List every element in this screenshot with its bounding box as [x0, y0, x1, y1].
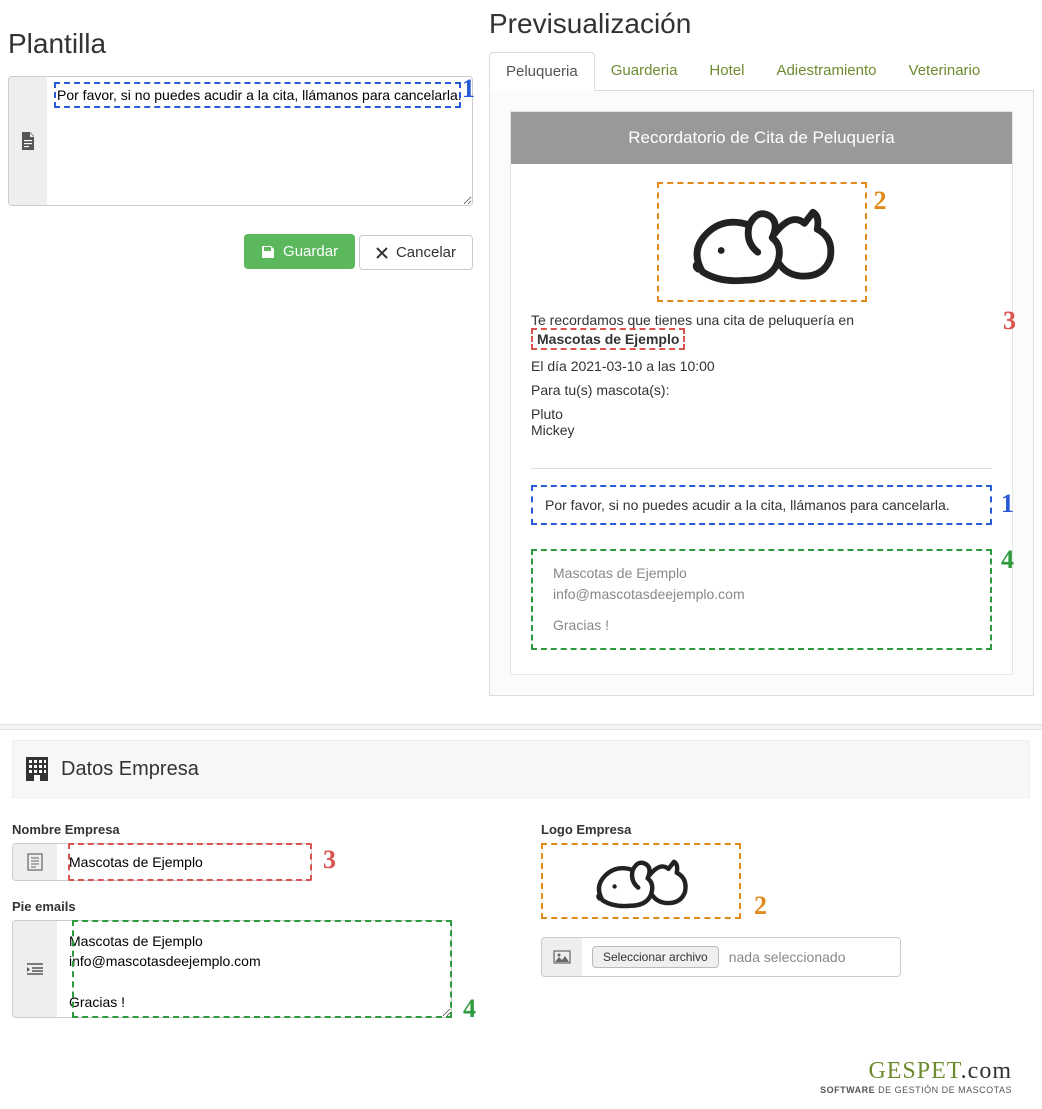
- signature-email: info@mascotasdeejemplo.com: [553, 584, 970, 605]
- plantilla-title: Plantilla: [8, 28, 473, 60]
- pet-name-1: Mickey: [531, 422, 992, 438]
- company-name-inline: Mascotas de Ejemplo: [531, 328, 685, 350]
- cancel-button[interactable]: Cancelar: [359, 235, 473, 270]
- company-section-title: Datos Empresa: [61, 758, 199, 781]
- tab-guarderia[interactable]: Guarderia: [595, 52, 694, 90]
- tab-peluqueria[interactable]: Peluqueria: [489, 52, 595, 91]
- preview-pane: Recordatorio de Cita de Peluquería 2 Te …: [489, 91, 1034, 696]
- footer-emails-textarea[interactable]: [57, 921, 451, 1017]
- annotation-badge-4-mid: 4: [1001, 545, 1014, 575]
- section-divider: [0, 724, 1042, 730]
- close-icon: [376, 247, 388, 259]
- save-button[interactable]: Guardar: [244, 234, 355, 269]
- company-name-input[interactable]: [57, 844, 311, 880]
- reminder-text: Te recordamos que tienes una cita de pel…: [531, 312, 854, 328]
- brand-tag-bold: SOFTWARE: [820, 1085, 875, 1095]
- footer-emails-label: Pie emails: [12, 899, 501, 914]
- annotation-badge-4-bottom: 4: [463, 994, 476, 1024]
- save-button-label: Guardar: [283, 243, 338, 260]
- annotation-badge-2-bottom: 2: [754, 891, 767, 921]
- file-select-button[interactable]: Seleccionar archivo: [592, 946, 719, 968]
- email-logo-box: [657, 182, 867, 302]
- pets-label: Para tu(s) mascota(s):: [531, 382, 992, 398]
- cancel-button-label: Cancelar: [396, 244, 456, 261]
- brand-name-2: .com: [961, 1058, 1012, 1084]
- save-icon: [261, 245, 275, 259]
- annotation-badge-3-top: 3: [1003, 306, 1016, 336]
- annotation-badge-3-bottom: 3: [323, 845, 336, 875]
- file-input-group: Seleccionar archivo nada seleccionado: [541, 937, 901, 977]
- tab-adiestramiento[interactable]: Adiestramiento: [760, 52, 892, 90]
- brand-tag-rest: DE GESTIÓN DE MASCOTAS: [875, 1085, 1012, 1095]
- brand-name-1: GESPET: [868, 1058, 960, 1084]
- footer-signature-box: Mascotas de Ejemplo info@mascotasdeejemp…: [531, 549, 992, 650]
- company-name-label: Nombre Empresa: [12, 822, 501, 837]
- preview-title: Previsualización: [489, 8, 1034, 40]
- logo-preview: [541, 843, 741, 919]
- annotation-badge-1-mid: 1: [1001, 489, 1014, 519]
- annotation-badge-1: 1: [462, 74, 475, 104]
- footer-message-box: Por favor, si no puedes acudir a la cita…: [531, 485, 992, 525]
- email-header: Recordatorio de Cita de Peluquería: [511, 112, 1012, 164]
- brand-footer: GESPET.com SOFTWARE DE GESTIÓN DE MASCOT…: [0, 1038, 1042, 1109]
- file-status: nada seleccionado: [729, 949, 846, 965]
- pet-name-0: Pluto: [531, 406, 992, 422]
- indent-icon: [13, 921, 57, 1017]
- logo-label: Logo Empresa: [541, 822, 1030, 837]
- image-icon: [542, 938, 582, 976]
- document-icon: [9, 77, 47, 205]
- building-icon: [23, 755, 51, 783]
- template-textarea[interactable]: [47, 77, 472, 205]
- signature-name: Mascotas de Ejemplo: [553, 563, 970, 584]
- doc-lines-icon: [13, 844, 57, 880]
- tab-hotel[interactable]: Hotel: [693, 52, 760, 90]
- template-input-group: [8, 76, 473, 206]
- date-line: El día 2021-03-10 a las 10:00: [531, 358, 992, 374]
- email-divider: [531, 468, 992, 469]
- annotation-badge-2-top: 2: [874, 186, 887, 216]
- company-header: Datos Empresa: [12, 740, 1030, 798]
- tab-veterinario[interactable]: Veterinario: [893, 52, 997, 90]
- signature-thanks: Gracias !: [553, 615, 970, 636]
- email-card: Recordatorio de Cita de Peluquería 2 Te …: [510, 111, 1013, 675]
- preview-tabs: Peluqueria Guarderia Hotel Adiestramient…: [489, 52, 1034, 91]
